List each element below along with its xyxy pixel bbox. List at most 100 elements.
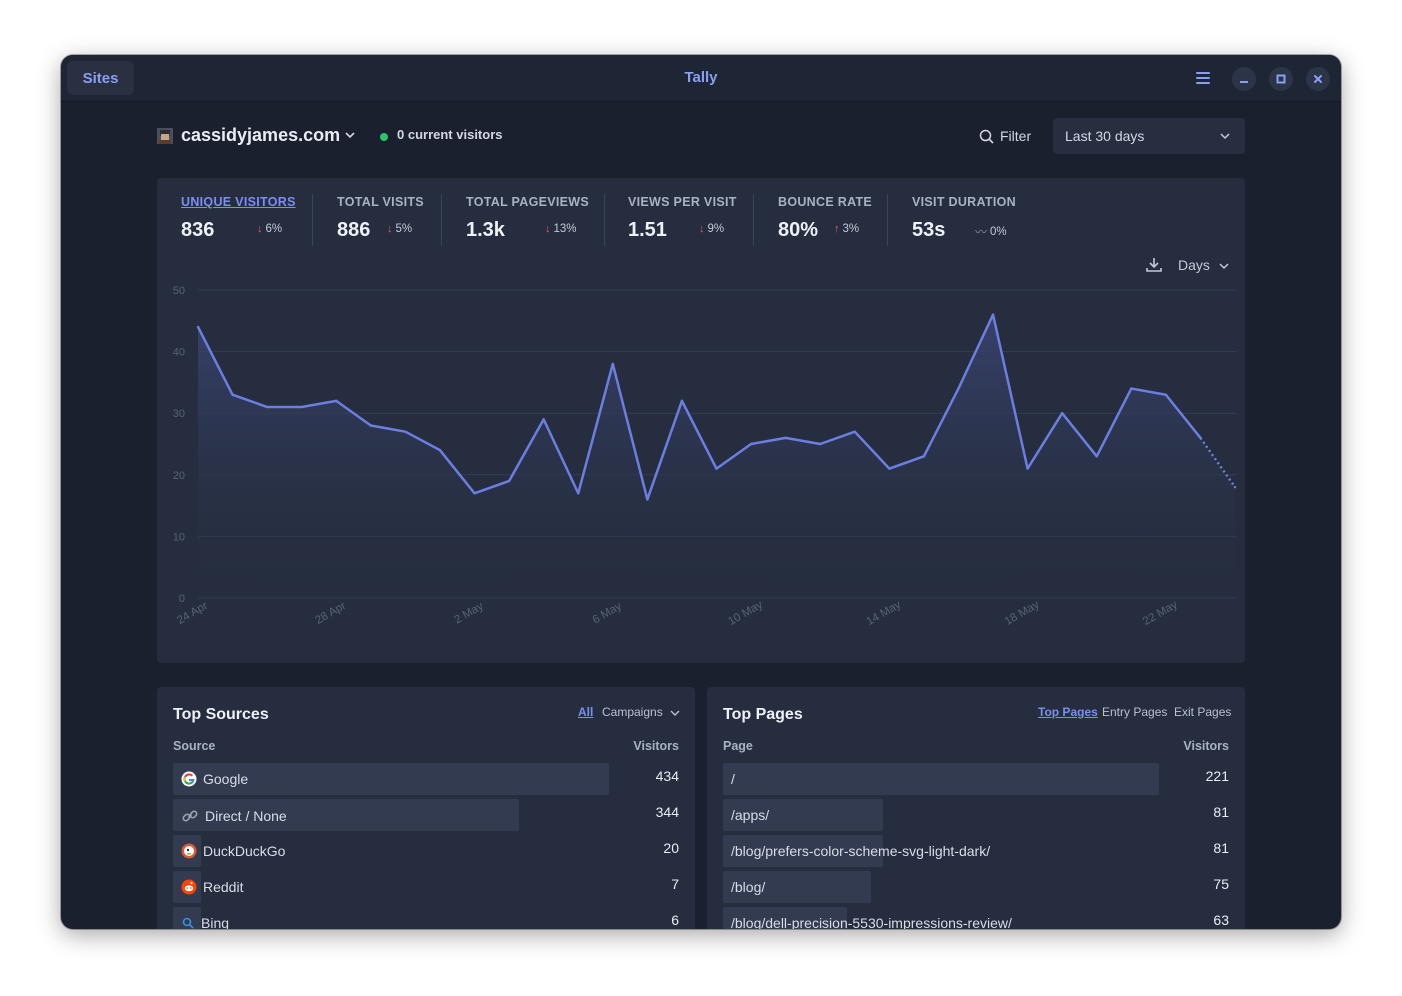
data-point[interactable] (265, 405, 269, 409)
data-point[interactable] (715, 467, 718, 470)
column-header-visitors: Visitors (1183, 739, 1229, 753)
data-point[interactable] (853, 430, 856, 433)
row-label: /blog/dell-precision-5530-impressions-re… (731, 915, 1012, 929)
data-point[interactable] (1130, 387, 1133, 390)
list-item[interactable]: / 221 (723, 763, 1229, 795)
data-point[interactable] (819, 442, 822, 446)
data-point[interactable] (300, 405, 303, 409)
data-point[interactable] (680, 399, 684, 403)
hamburger-menu-icon[interactable] (1192, 67, 1214, 89)
list-item[interactable]: Reddit 7 (173, 871, 679, 903)
data-point[interactable] (888, 467, 891, 470)
data-point[interactable] (369, 424, 373, 427)
data-point[interactable] (1026, 467, 1029, 470)
visitors-chart[interactable]: 01020304050 24 Apr 28 Apr 2 May 6 May 10 May… (157, 178, 1245, 663)
row-label-text: Reddit (203, 879, 244, 895)
y-tick-label: 30 (173, 408, 185, 420)
panel-title: Top Pages (723, 706, 803, 723)
row-label: /apps/ (731, 807, 769, 823)
data-point[interactable] (473, 492, 476, 495)
row-label-text: DuckDuckGo (203, 843, 286, 859)
data-point[interactable] (577, 492, 580, 495)
row-value: 20 (663, 840, 679, 856)
tab-campaigns[interactable]: Campaigns (602, 705, 663, 719)
list-item[interactable]: DuckDuckGo 20 (173, 835, 679, 867)
x-tick-label: 18 May (1003, 599, 1042, 628)
row-label-text: /apps/ (731, 807, 770, 823)
chevron-down-icon[interactable] (343, 128, 357, 142)
data-point[interactable] (231, 393, 234, 396)
list-item[interactable]: Google 434 (173, 763, 679, 795)
data-point[interactable] (196, 325, 200, 329)
data-point[interactable] (1199, 436, 1202, 440)
site-name[interactable]: cassidyjames.com (181, 125, 340, 146)
minimize-button[interactable] (1232, 67, 1256, 91)
data-point[interactable] (404, 430, 407, 433)
sites-button[interactable]: Sites (67, 61, 134, 95)
minimize-icon (1240, 81, 1248, 83)
search-icon (979, 129, 994, 144)
data-point[interactable] (1060, 412, 1064, 415)
row-value: 7 (671, 876, 679, 892)
data-point[interactable] (438, 448, 442, 452)
column-header-visitors: Visitors (633, 739, 679, 753)
duckduckgo-icon (181, 843, 197, 859)
chevron-down-icon[interactable] (670, 708, 680, 718)
y-tick-label: 20 (173, 470, 185, 482)
data-point[interactable] (646, 498, 649, 501)
chevron-down-icon (1220, 133, 1230, 140)
top-sources-panel: Top Sources All Campaigns Source Visitor… (157, 687, 695, 929)
panel-title: Top Sources (173, 706, 269, 723)
row-label: /blog/ (731, 879, 765, 895)
y-tick-label: 40 (173, 347, 185, 359)
filter-button[interactable]: Filter (979, 124, 1031, 148)
list-item[interactable]: /blog/prefers-color-scheme-svg-light-dar… (723, 835, 1229, 867)
list-item[interactable]: /blog/75 (723, 871, 1229, 903)
date-range-select[interactable]: Last 30 days (1053, 118, 1245, 154)
list-item[interactable]: Bing 6 (173, 907, 679, 929)
row-label-text: / (731, 771, 735, 787)
area-fill (198, 314, 1235, 598)
data-point[interactable] (335, 399, 338, 403)
tab-top-pages[interactable]: Top Pages (1038, 705, 1098, 719)
y-tick-label: 50 (173, 285, 185, 297)
data-point[interactable] (922, 455, 926, 458)
data-point[interactable] (784, 436, 787, 440)
row-label-text: /blog/dell-precision-5530-impressions-re… (731, 915, 1012, 929)
x-tick-label: 14 May (865, 599, 904, 628)
window-title: Tally (684, 69, 718, 86)
site-favicon-icon (157, 128, 173, 144)
current-visitors[interactable]: 0 current visitors (397, 127, 503, 142)
x-tick-label: 28 Apr (313, 600, 348, 627)
data-point[interactable] (1233, 485, 1237, 489)
data-point[interactable] (1164, 393, 1168, 396)
list-item[interactable]: Direct / None 344 (173, 799, 679, 831)
x-tick-label: 10 May (726, 599, 765, 628)
x-tick-label: 22 May (1141, 599, 1180, 628)
tab-exit-pages[interactable]: Exit Pages (1174, 705, 1231, 719)
row-label-text: Direct / None (205, 808, 287, 824)
app-window: Sites Tally cassidyjames.com 0 current v… (61, 55, 1341, 929)
data-point[interactable] (749, 442, 753, 446)
list-item[interactable]: /blog/dell-precision-5530-impressions-re… (723, 907, 1229, 929)
row-value: 75 (1213, 876, 1229, 892)
row-value: 81 (1213, 804, 1229, 820)
row-label: Reddit (181, 879, 243, 895)
data-point[interactable] (957, 387, 960, 390)
data-point[interactable] (611, 362, 614, 366)
list-item[interactable]: /apps/81 (723, 799, 1229, 831)
y-tick-label: 0 (179, 593, 185, 605)
tab-all[interactable]: All (578, 705, 593, 719)
data-point[interactable] (542, 418, 545, 421)
link-icon (181, 807, 199, 825)
data-point[interactable] (507, 479, 511, 483)
row-label: DuckDuckGo (181, 843, 285, 859)
maximize-button[interactable] (1269, 67, 1293, 91)
data-point[interactable] (1095, 455, 1098, 458)
tab-entry-pages[interactable]: Entry Pages (1102, 705, 1167, 719)
data-point[interactable] (991, 313, 995, 316)
row-label: Google (181, 771, 248, 787)
close-button[interactable] (1306, 67, 1330, 91)
row-value: 63 (1213, 912, 1229, 928)
close-icon (1314, 75, 1322, 83)
